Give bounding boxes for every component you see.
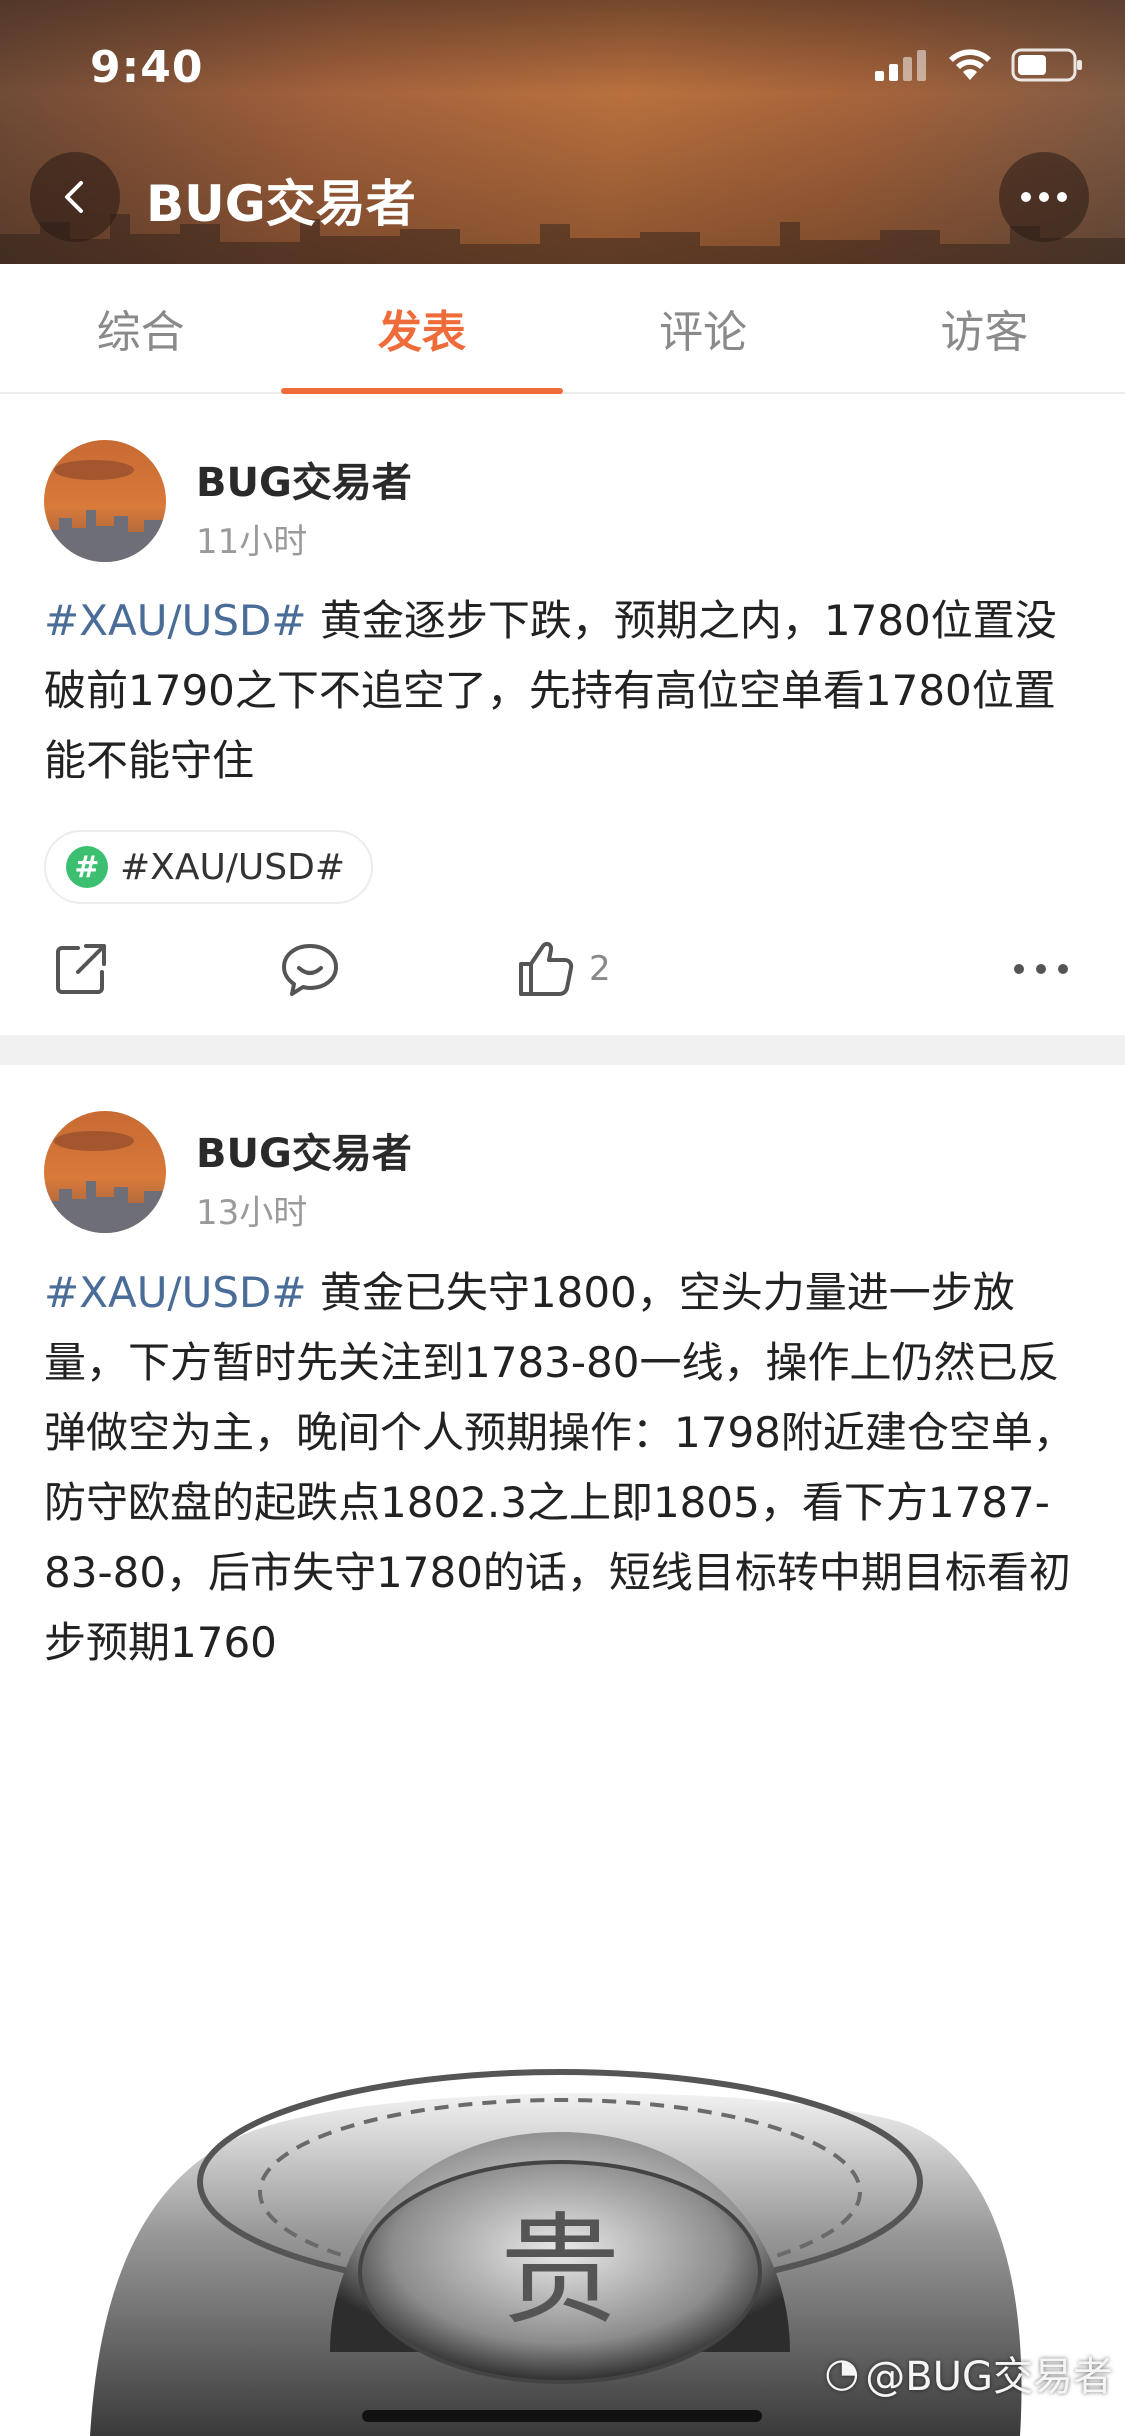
thumbs-up-icon xyxy=(519,941,574,996)
post-image[interactable]: 贵 ◔ @BUG交易者 xyxy=(0,1712,1125,2436)
ellipsis-icon xyxy=(1021,192,1067,202)
like-count: 2 xyxy=(589,949,611,989)
back-button[interactable] xyxy=(30,152,120,242)
image-watermark: ◔ @BUG交易者 xyxy=(824,2344,1113,2402)
weibo-logo-icon: ◔ xyxy=(824,2350,860,2396)
avatar-image xyxy=(44,460,166,562)
tab-comments[interactable]: 评论 xyxy=(563,264,844,392)
avatar[interactable] xyxy=(44,1111,166,1233)
chevron-left-icon xyxy=(65,181,83,213)
topic-chip-label: #XAU/USD# xyxy=(120,846,346,888)
post-text: 黄金已失守1800，空头力量进一步放量，下方暂时先关注到1783-80一线，操作… xyxy=(44,1268,1075,1667)
post-card[interactable]: BUG交易者 11小时 #XAU/USD# 黄金逐步下跌，预期之内，1780位置… xyxy=(0,396,1125,1035)
avatar-image xyxy=(44,1131,166,1233)
tab-overview[interactable]: 综合 xyxy=(0,264,281,392)
post-hashtag[interactable]: #XAU/USD# xyxy=(44,1268,307,1317)
post-time: 11小时 xyxy=(196,522,308,562)
status-bar-icons xyxy=(873,48,1083,82)
status-bar-time: 9:40 xyxy=(90,42,204,93)
wifi-icon xyxy=(949,49,991,80)
comment-button[interactable] xyxy=(280,924,340,1014)
hashtag-icon: # xyxy=(66,846,108,888)
silver-ingot-image: 贵 xyxy=(90,2069,1022,2436)
more-options-button[interactable] xyxy=(999,152,1089,242)
tab-posts[interactable]: 发表 xyxy=(281,264,563,394)
home-indicator[interactable] xyxy=(362,2410,762,2422)
like-button[interactable]: 2 xyxy=(515,924,611,1014)
post-content: #XAU/USD# 黄金逐步下跌，预期之内，1780位置没破前1790之下不追空… xyxy=(44,586,1084,796)
topic-chip[interactable]: # #XAU/USD# xyxy=(44,830,374,904)
post-content: #XAU/USD# 黄金已失守1800，空头力量进一步放量，下方暂时先关注到17… xyxy=(44,1258,1084,1678)
post-more-button[interactable] xyxy=(1012,924,1070,1014)
share-button[interactable] xyxy=(52,924,110,1014)
cellular-signal-icon xyxy=(875,50,926,81)
ingot-glyph: 贵 xyxy=(500,2202,620,2341)
post-author[interactable]: BUG交易者 xyxy=(196,1121,412,1179)
share-icon xyxy=(56,944,106,994)
post-time: 13小时 xyxy=(196,1193,308,1233)
post-author[interactable]: BUG交易者 xyxy=(196,450,412,508)
tab-visitors[interactable]: 访客 xyxy=(844,264,1125,392)
avatar[interactable] xyxy=(44,440,166,562)
post-actions: 2 xyxy=(0,924,1125,1014)
post-card[interactable]: BUG交易者 13小时 #XAU/USD# 黄金已失守1800，空头力量进一步放… xyxy=(0,1065,1125,1715)
profile-tabs: 综合 发表 评论 访客 xyxy=(0,264,1125,394)
watermark-text: @BUG交易者 xyxy=(865,2354,1113,2400)
page-title: BUG交易者 xyxy=(146,175,416,233)
profile-header: 9:40 BUG交易者 xyxy=(0,0,1125,264)
battery-icon xyxy=(1011,48,1082,82)
post-divider xyxy=(0,1035,1125,1065)
ellipsis-icon xyxy=(1014,964,1068,974)
comment-icon xyxy=(282,944,338,996)
post-hashtag[interactable]: #XAU/USD# xyxy=(44,596,307,645)
